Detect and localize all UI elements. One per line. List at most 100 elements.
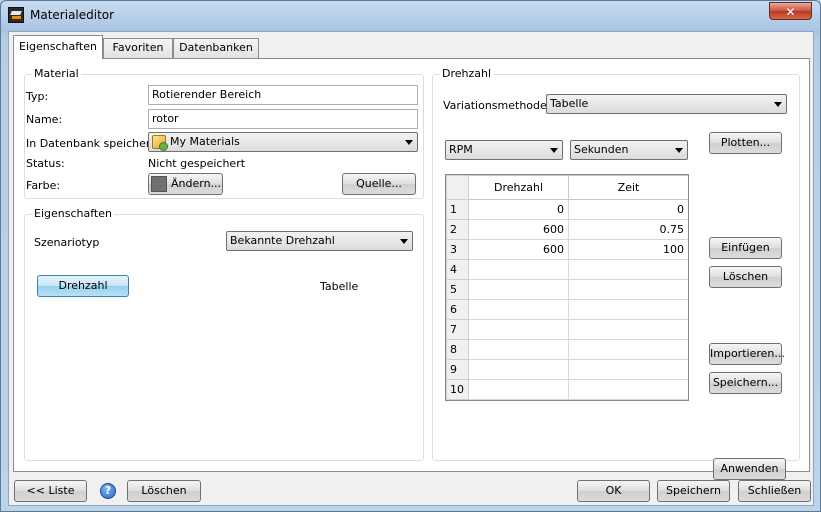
table-row[interactable]: 8 xyxy=(446,339,688,360)
row-number[interactable]: 5 xyxy=(446,279,469,300)
row-number[interactable]: 7 xyxy=(446,319,469,340)
tab-datenbanken[interactable]: Datenbanken xyxy=(173,38,259,58)
chevron-down-icon xyxy=(400,239,408,244)
plot-button[interactable]: Plotten... xyxy=(709,132,782,154)
speed-cell[interactable] xyxy=(468,299,569,320)
chevron-down-icon xyxy=(774,102,782,107)
time-cell[interactable]: 100 xyxy=(568,239,688,260)
variation-method-label: Variationsmethode: xyxy=(443,99,551,112)
scenario-type-value: Bekannte Drehzahl xyxy=(230,234,335,247)
chevron-down-icon xyxy=(405,140,413,145)
speed-cell[interactable] xyxy=(468,319,569,340)
row-number[interactable]: 6 xyxy=(446,299,469,320)
help-icon[interactable]: ? xyxy=(100,483,116,499)
database-select-value: My Materials xyxy=(170,135,240,148)
insert-row-button[interactable]: Einfügen xyxy=(709,237,782,259)
speed-cell[interactable]: 600 xyxy=(468,219,569,240)
column-header-time[interactable]: Zeit xyxy=(568,175,688,200)
color-swatch xyxy=(151,176,167,192)
time-unit-select[interactable]: Sekunden xyxy=(570,140,688,160)
material-group-title: Material xyxy=(32,67,81,80)
table-row[interactable]: 4 xyxy=(446,259,688,280)
source-button[interactable]: Quelle... xyxy=(342,173,416,195)
table-row[interactable]: 6 xyxy=(446,299,688,320)
row-number[interactable]: 1 xyxy=(446,199,469,220)
properties-group-title: Eigenschaften xyxy=(32,207,114,220)
speed-unit-select[interactable]: RPM xyxy=(445,140,563,160)
speed-cell[interactable] xyxy=(468,279,569,300)
row-number[interactable]: 10 xyxy=(446,379,469,400)
change-color-button-label: Ändern... xyxy=(171,177,222,190)
save-table-button[interactable]: Speichern... xyxy=(709,372,782,394)
table-header-row: Drehzahl Zeit xyxy=(446,175,688,200)
list-button[interactable]: << Liste xyxy=(14,480,87,502)
table-row[interactable]: 10 xyxy=(446,379,688,400)
material-editor-window: Materialeditor ✕ Eigenschaften Favoriten… xyxy=(0,0,821,512)
speed-cell[interactable] xyxy=(468,339,569,360)
table-row[interactable]: 100 xyxy=(446,199,688,220)
table-corner-cell xyxy=(446,175,469,200)
tab-eigenschaften[interactable]: Eigenschaften xyxy=(13,35,103,59)
row-number[interactable]: 2 xyxy=(446,219,469,240)
column-header-speed[interactable]: Drehzahl xyxy=(468,175,569,200)
time-cell[interactable] xyxy=(568,379,688,400)
window-close-button[interactable]: ✕ xyxy=(769,2,812,20)
table-row[interactable]: 5 xyxy=(446,279,688,300)
time-cell[interactable] xyxy=(568,299,688,320)
scenario-type-label: Szenariotyp xyxy=(34,236,100,249)
table-row[interactable]: 3 600 100 xyxy=(446,239,688,260)
table-row[interactable]: 9 xyxy=(446,359,688,380)
ok-button[interactable]: OK xyxy=(577,480,650,502)
speed-cell[interactable]: 600 xyxy=(468,239,569,260)
apply-button[interactable]: Anwenden xyxy=(713,458,786,480)
database-select[interactable]: My Materials xyxy=(148,132,418,152)
delete-row-button[interactable]: Löschen xyxy=(709,266,782,288)
tab-favoriten[interactable]: Favoriten xyxy=(103,38,173,58)
change-color-button[interactable]: Ändern... xyxy=(148,173,223,195)
import-button[interactable]: Importieren... xyxy=(709,343,785,365)
name-label: Name: xyxy=(26,113,63,126)
speed-cell[interactable] xyxy=(468,359,569,380)
time-cell[interactable] xyxy=(568,319,688,340)
properties-group: Eigenschaften xyxy=(24,207,424,461)
speed-property-value: Tabelle xyxy=(320,280,359,293)
time-cell[interactable] xyxy=(568,339,688,360)
table-row[interactable]: 2 600 0.75 xyxy=(446,219,688,240)
delete-material-button[interactable]: Löschen xyxy=(127,480,201,502)
save-button[interactable]: Speichern xyxy=(657,480,730,502)
time-cell[interactable]: 0.75 xyxy=(568,219,688,240)
speed-table-grid: Drehzahl Zeit 1 0 0 2 600 0.75 3 600 100 4 5 6 7 8 9 10 xyxy=(446,175,688,400)
variation-method-select[interactable]: Tabelle xyxy=(546,94,787,114)
close-button[interactable]: Schließen xyxy=(738,480,811,502)
status-label: Status: xyxy=(26,157,65,170)
status-value: Nicht gespeichert xyxy=(148,157,246,170)
speed-cell[interactable]: 0 xyxy=(468,199,569,220)
title-bar[interactable]: Materialeditor ✕ xyxy=(1,1,820,29)
row-number[interactable]: 4 xyxy=(446,259,469,280)
window-title: Materialeditor xyxy=(30,8,115,22)
speed-unit-value: RPM xyxy=(449,143,473,156)
time-cell[interactable] xyxy=(568,259,688,280)
speed-cell[interactable] xyxy=(468,259,569,280)
row-number[interactable]: 3 xyxy=(446,239,469,260)
row-number[interactable]: 8 xyxy=(446,339,469,360)
database-label: In Datenbank speichern: xyxy=(26,137,161,150)
variation-method-value: Tabelle xyxy=(550,97,589,110)
speed-property-button[interactable]: Drehzahl xyxy=(37,275,129,297)
chevron-down-icon xyxy=(550,148,558,153)
type-field[interactable]: Rotierender Bereich xyxy=(148,85,418,105)
chevron-down-icon xyxy=(675,148,683,153)
table-row[interactable]: 7 xyxy=(446,319,688,340)
dialog-client-area: Eigenschaften Favoriten Datenbanken Mate… xyxy=(8,31,814,506)
materials-database-icon xyxy=(152,135,168,151)
speed-cell[interactable] xyxy=(468,379,569,400)
speed-table: Drehzahl Zeit 1 0 0 2 600 0.75 3 600 100 4 5 6 7 8 9 10 xyxy=(445,174,689,401)
materialeditor-app-icon xyxy=(8,7,24,23)
row-number[interactable]: 9 xyxy=(446,359,469,380)
speed-group-title: Drehzahl xyxy=(440,67,494,80)
time-cell[interactable] xyxy=(568,359,688,380)
name-field[interactable]: rotor xyxy=(148,109,418,129)
scenario-type-select[interactable]: Bekannte Drehzahl xyxy=(226,231,413,251)
time-cell[interactable]: 0 xyxy=(568,199,688,220)
time-cell[interactable] xyxy=(568,279,688,300)
